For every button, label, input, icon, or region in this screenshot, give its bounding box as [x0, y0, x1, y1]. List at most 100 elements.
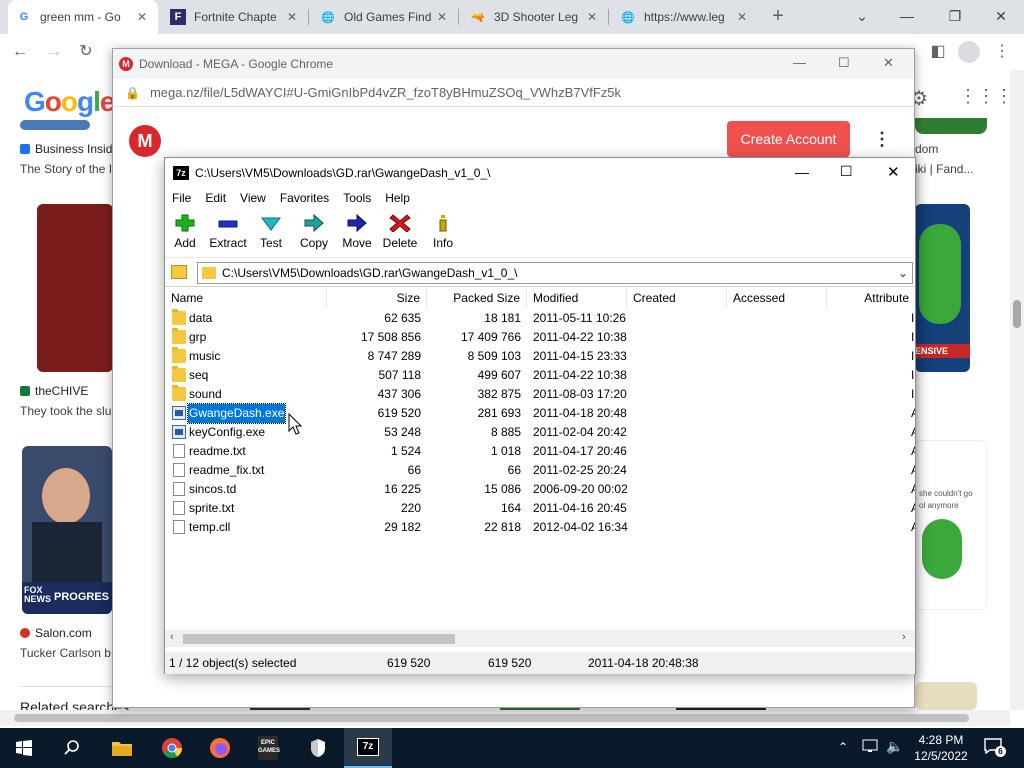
chrome-tab-old-games[interactable]: 🌐 Old Games Find ✕	[312, 0, 458, 34]
maximize-icon[interactable]: ☐	[840, 163, 853, 180]
create-account-button[interactable]: Create Account	[727, 121, 850, 157]
result-snippet[interactable]: They took the slu	[20, 404, 111, 418]
7zip-taskbar-icon[interactable]: 7z	[344, 728, 392, 768]
path-combobox[interactable]: C:\Users\VM5\Downloads\GD.rar\GwangeDash…	[197, 262, 913, 284]
menu-file[interactable]: File	[165, 191, 198, 205]
windows-security-icon[interactable]	[294, 728, 342, 768]
mega-kebab-menu-icon[interactable]: ⋮	[873, 129, 891, 151]
table-row[interactable]: seq 507 118 499 607 2011-04-22 10:38 I	[165, 366, 915, 385]
thumbnail-image[interactable]	[37, 204, 113, 372]
mega-address-bar[interactable]: 🔒 mega.nz/file/L5dWAYCI#U-GmiGnIbPd4vZR_…	[113, 79, 914, 107]
new-tab-button[interactable]: +	[768, 6, 788, 26]
notification-center-icon[interactable]: 6	[984, 738, 1006, 757]
column-header-name[interactable]: Name	[165, 287, 327, 309]
info-button[interactable]: Info	[421, 212, 465, 256]
vertical-scrollbar[interactable]	[1010, 70, 1024, 710]
mega-url[interactable]: mega.nz/file/L5dWAYCI#U-GmiGnIbPd4vZR_fz…	[150, 85, 621, 100]
scrollbar-thumb[interactable]	[1013, 300, 1021, 328]
thumbnail-image[interactable]: FOX NEWS PROGRES	[22, 446, 112, 614]
table-row[interactable]: data 62 635 18 181 2011-05-11 10:26 I	[165, 309, 915, 328]
add-button[interactable]: Add	[163, 212, 207, 256]
menu-edit[interactable]: Edit	[198, 191, 233, 205]
epic-games-icon[interactable]: EPIC GAMES	[244, 728, 292, 768]
move-button[interactable]: Move	[335, 212, 379, 256]
thumbnail-image[interactable]: ENSIVE	[915, 204, 970, 372]
chevron-up-icon[interactable]: ⌃	[838, 740, 848, 754]
close-icon[interactable]: ✕	[990, 5, 1012, 27]
thumbnail-image[interactable]: she couldn't go ol anymore	[915, 440, 987, 610]
close-icon[interactable]: ✕	[883, 55, 894, 71]
close-icon[interactable]: ✕	[584, 10, 600, 24]
side-panel-icon[interactable]: ◧	[928, 42, 948, 62]
table-row[interactable]: sound 437 306 382 875 2011-08-03 17:20 I	[165, 385, 915, 404]
back-arrow-icon[interactable]: ←	[10, 42, 30, 62]
table-row[interactable]: sprite.txt 220 164 2011-04-16 20:45 A	[165, 499, 915, 518]
close-icon[interactable]: ✕	[734, 10, 750, 24]
horizontal-scrollbar[interactable]	[0, 710, 1010, 726]
minimize-icon[interactable]: —	[793, 55, 806, 70]
chrome-tab-green-mm[interactable]: G green mm - Go ✕	[8, 0, 158, 34]
kebab-menu-icon[interactable]: ⋮	[992, 42, 1012, 62]
apps-grid-icon[interactable]: ⋮⋮⋮	[959, 86, 1013, 110]
table-row[interactable]: grp 17 508 856 17 409 766 2011-04-22 10:38 I	[165, 328, 915, 347]
minimize-icon[interactable]: —	[795, 164, 809, 180]
chrome-icon[interactable]	[148, 728, 196, 768]
volume-icon[interactable]: 🔈	[886, 738, 903, 755]
extract-button[interactable]: Extract	[206, 212, 250, 256]
firefox-icon[interactable]	[196, 728, 244, 768]
table-row[interactable]: sincos.td 16 225 15 086 2006-09-20 00:02 A	[165, 480, 915, 499]
result-source[interactable]: dom	[915, 142, 938, 156]
reload-icon[interactable]: ↻	[76, 42, 96, 62]
chrome-tab-legacy[interactable]: 🌐 https://www.leg ✕	[612, 0, 758, 34]
close-icon[interactable]: ✕	[887, 163, 900, 181]
google-logo[interactable]: Google	[24, 86, 115, 118]
chevron-down-icon[interactable]: ⌄	[898, 266, 908, 280]
search-icon[interactable]	[48, 728, 96, 768]
taskbar-clock[interactable]: 4:28 PM 12/5/2022	[910, 732, 972, 764]
folder-up-icon[interactable]	[171, 265, 187, 279]
table-row[interactable]: readme_fix.txt 66 66 2011-02-25 20:24 A	[165, 461, 915, 480]
scroll-right-icon[interactable]: ›	[902, 631, 906, 643]
horizontal-scrollbar[interactable]: ‹ ›	[165, 630, 915, 647]
result-snippet[interactable]: iki | Fand...	[915, 162, 973, 176]
chrome-tab-fortnite[interactable]: F Fortnite Chapte ✕	[162, 0, 308, 34]
menu-tools[interactable]: Tools	[336, 191, 378, 205]
copy-button[interactable]: Copy	[292, 212, 336, 256]
maximize-icon[interactable]: ☐	[838, 55, 850, 71]
file-list[interactable]: Name Size Packed Size Modified Created A…	[165, 286, 915, 630]
profile-avatar[interactable]	[958, 41, 980, 63]
table-row[interactable]: readme.txt 1 524 1 018 2011-04-17 20:46 A	[165, 442, 915, 461]
scroll-left-icon[interactable]: ‹	[170, 631, 174, 643]
close-icon[interactable]: ✕	[434, 10, 450, 24]
thumbnail-image[interactable]	[915, 118, 987, 134]
chevron-down-icon[interactable]: ⌄	[851, 5, 873, 27]
table-row[interactable]: music 8 747 289 8 509 103 2011-04-15 23:33 I	[165, 347, 915, 366]
column-header-created[interactable]: Created	[627, 287, 727, 309]
result-snippet[interactable]: Tucker Carlson b	[20, 646, 111, 660]
table-row[interactable]: temp.cll 29 182 22 818 2012-04-02 16:34 A	[165, 518, 915, 537]
network-icon[interactable]	[862, 738, 880, 759]
windows-start-icon[interactable]	[0, 728, 48, 768]
result-source[interactable]: Business Insid	[20, 142, 112, 156]
column-header-accessed[interactable]: Accessed	[727, 287, 827, 309]
scrollbar-thumb[interactable]	[183, 634, 455, 644]
file-explorer-icon[interactable]	[98, 728, 146, 768]
close-icon[interactable]: ✕	[284, 10, 300, 24]
menu-view[interactable]: View	[233, 191, 273, 205]
delete-button[interactable]: Delete	[378, 212, 422, 256]
table-row[interactable]: GwangeDash.exe 619 520 281 693 2011-04-18 2…	[165, 403, 915, 424]
mega-logo[interactable]: M	[129, 125, 161, 157]
test-button[interactable]: Test	[249, 212, 293, 256]
scrollbar-thumb[interactable]	[14, 714, 969, 722]
table-row[interactable]: keyConfig.exe 53 248 8 885 2011-02-04 20:42…	[165, 423, 915, 442]
column-header-modified[interactable]: Modified	[527, 287, 627, 309]
column-header-attributes[interactable]: Attribute	[827, 287, 915, 309]
thumbnail-image[interactable]	[915, 682, 977, 710]
chrome-tab-3d-shooter[interactable]: 🔫 3D Shooter Leg ✕	[462, 0, 608, 34]
menu-help[interactable]: Help	[378, 191, 417, 205]
minimize-icon[interactable]: —	[896, 5, 918, 27]
result-snippet[interactable]: The Story of the I	[20, 162, 112, 176]
result-source[interactable]: theCHIVE	[20, 384, 88, 398]
menu-favorites[interactable]: Favorites	[273, 191, 336, 205]
forward-arrow-icon[interactable]: →	[44, 42, 64, 62]
